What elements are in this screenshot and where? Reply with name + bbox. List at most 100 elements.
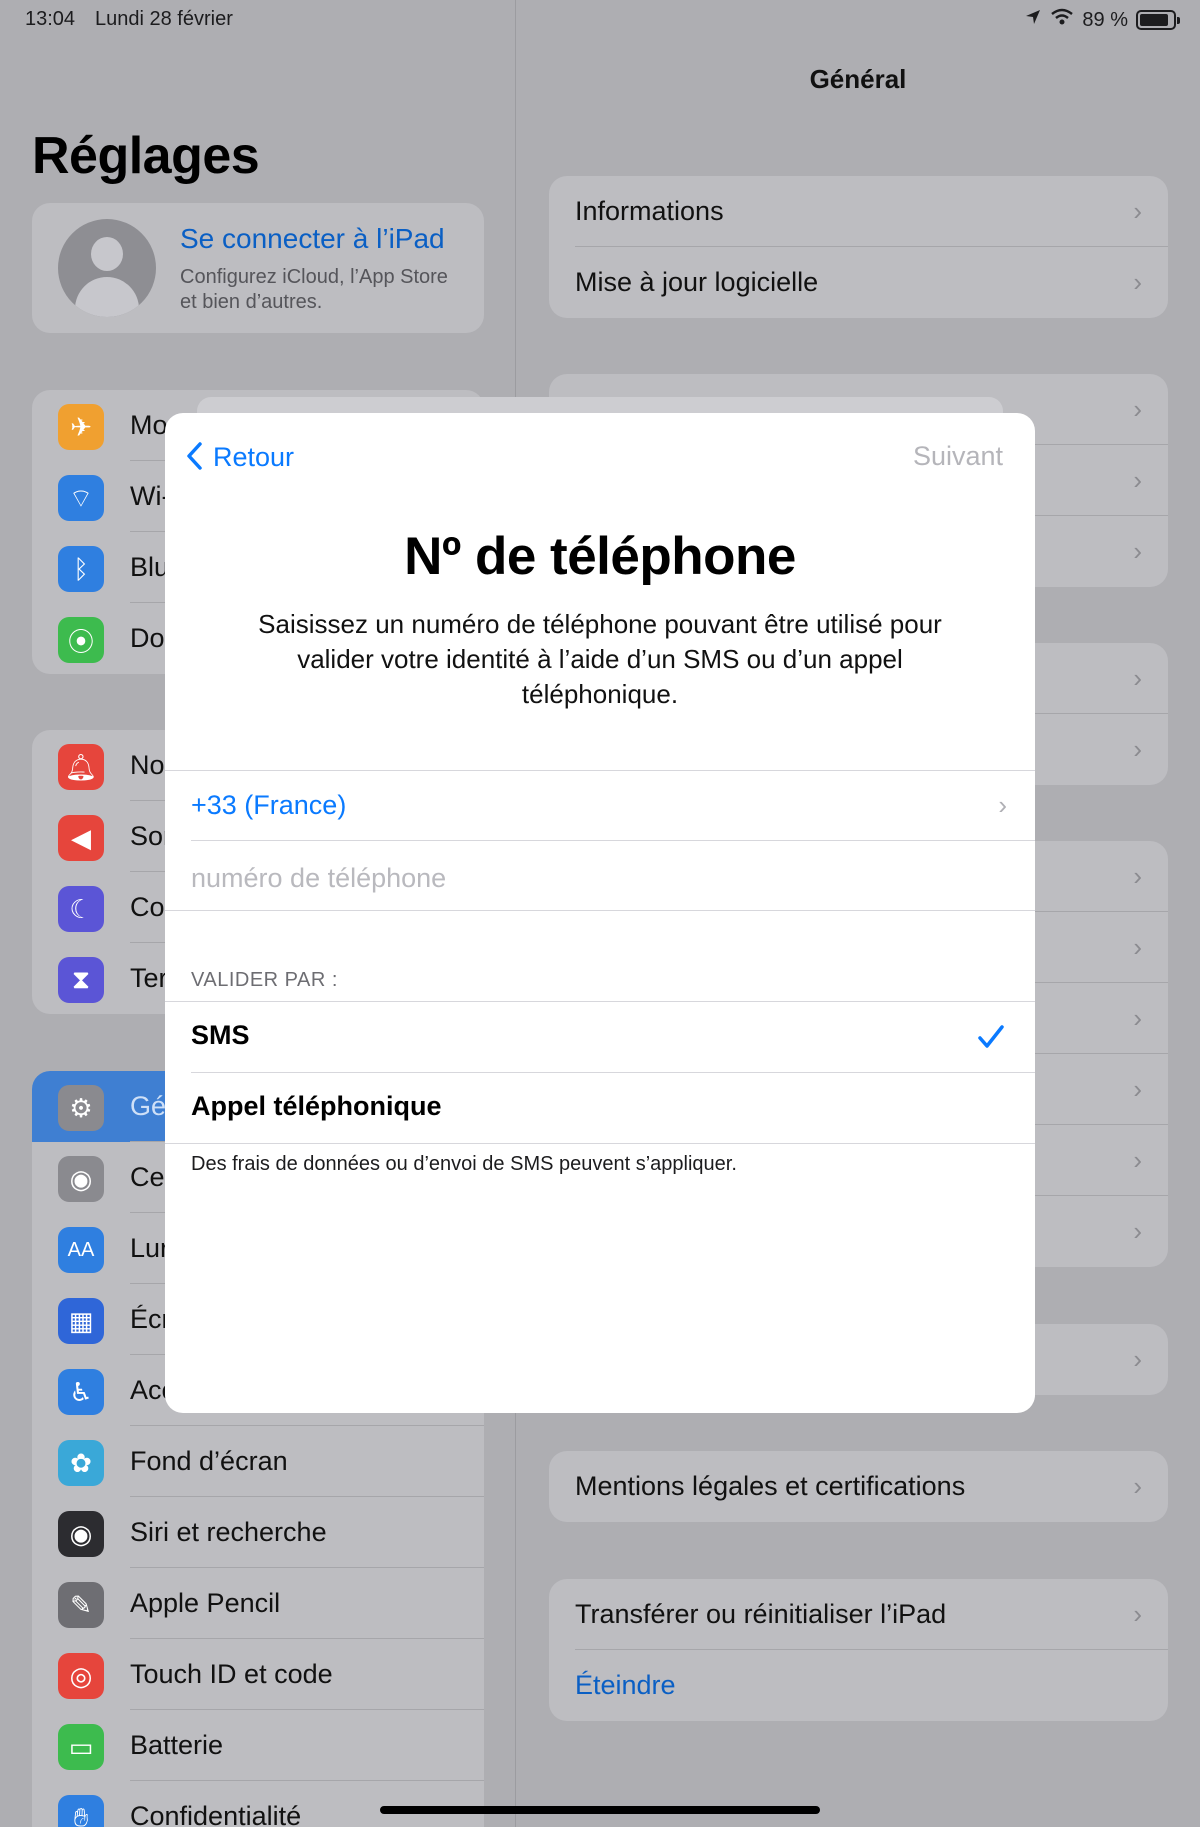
chevron-right-icon: › xyxy=(1133,267,1142,297)
row-label: Transférer ou réinitialiser l’iPad xyxy=(575,1599,947,1629)
home-indicator[interactable] xyxy=(380,1806,820,1814)
avatar xyxy=(58,219,156,317)
next-button[interactable]: Suivant xyxy=(913,441,1003,472)
option-phone-call[interactable]: Appel téléphonique xyxy=(191,1091,442,1122)
hand-icon: ✋︎ xyxy=(58,1795,104,1827)
sidebar-item-label: Confidentialité xyxy=(130,1801,302,1827)
siri-icon: ◉ xyxy=(58,1511,104,1557)
checkmark-icon xyxy=(977,1020,1005,1059)
sidebar-item-label: Apple Pencil xyxy=(130,1588,281,1618)
sidebar-item-label: Ce xyxy=(130,1162,165,1192)
apple-id-signin[interactable]: Se connecter à l’iPad Configurez iCloud,… xyxy=(32,203,484,333)
wifi-status-icon xyxy=(1050,8,1074,32)
battery-icon: ▭ xyxy=(58,1724,104,1770)
detail-group-info: Informations › Mise à jour logicielle › xyxy=(549,176,1168,318)
chevron-right-icon: › xyxy=(1133,394,1142,424)
sidebar-item-label: Fond d’écran xyxy=(130,1446,288,1476)
sheet-title: Nº de téléphone xyxy=(404,527,796,586)
back-label: Retour xyxy=(213,442,295,472)
signin-subtitle: Configurez iCloud, l’App Store et bien d… xyxy=(180,266,448,313)
sidebar-item-label: Blu xyxy=(130,552,170,582)
battery-percent: 89 % xyxy=(1082,8,1128,31)
detail-group-reset: Transférer ou réinitialiser l’iPad › Éte… xyxy=(549,1579,1168,1721)
sidebar-item-label: Do xyxy=(130,623,165,653)
speaker-icon: ◀ xyxy=(58,815,104,861)
row-label: Informations xyxy=(575,196,724,226)
flower-icon: ✿ xyxy=(58,1440,104,1486)
sidebar-item-label: Lur xyxy=(130,1233,170,1263)
chevron-right-icon: › xyxy=(1133,1471,1142,1501)
sidebar-item-label: No xyxy=(130,750,165,780)
gear-icon: ⚙ xyxy=(58,1085,104,1131)
back-button[interactable]: Retour xyxy=(185,441,294,474)
chevron-right-icon: › xyxy=(1133,1074,1142,1104)
sidebar-item[interactable]: ▭ Batterie xyxy=(32,1710,484,1781)
divider xyxy=(165,1001,1035,1002)
chevron-right-icon: › xyxy=(1133,1216,1142,1246)
divider xyxy=(165,770,1035,771)
chevron-right-icon: › xyxy=(1133,734,1142,764)
accessibility-icon: ♿︎ xyxy=(58,1369,104,1415)
location-icon xyxy=(1024,8,1042,32)
phone-number-input[interactable] xyxy=(191,850,991,906)
row-shutdown[interactable]: Éteindre xyxy=(549,1650,1168,1721)
chevron-right-icon: › xyxy=(1133,1599,1142,1629)
chevron-right-icon: › xyxy=(1133,196,1142,226)
sidebar-item[interactable]: ✎ Apple Pencil xyxy=(32,1568,484,1639)
sidebar-item-label: Co xyxy=(130,892,165,922)
chevron-right-icon: › xyxy=(998,790,1007,820)
pencil-icon: ✎ xyxy=(58,1582,104,1628)
row-label: Mentions légales et certifications xyxy=(575,1471,966,1501)
row-transfer-reset[interactable]: Transférer ou réinitialiser l’iPad › xyxy=(549,1579,1168,1650)
chevron-right-icon: › xyxy=(1133,932,1142,962)
chevron-right-icon: › xyxy=(1133,1003,1142,1033)
fingerprint-icon: ◎ xyxy=(58,1653,104,1699)
status-right: 89 % xyxy=(1024,8,1180,32)
divider xyxy=(191,1072,1035,1073)
sidebar-item-label: Siri et recherche xyxy=(130,1517,327,1547)
detail-title: Général xyxy=(809,64,907,94)
divider xyxy=(191,840,1035,841)
bell-icon: 🔔︎ xyxy=(58,744,104,790)
sidebar-item[interactable]: ✿ Fond d’écran xyxy=(32,1426,484,1497)
chevron-right-icon: › xyxy=(1133,536,1142,566)
sheet-description: Saisissez un numéro de téléphone pouvant… xyxy=(258,609,942,709)
sidebar-item[interactable]: ✋︎ Confidentialité xyxy=(32,1781,484,1827)
antenna-icon: ⦿ xyxy=(58,617,104,663)
moon-icon: ☾ xyxy=(58,886,104,932)
sidebar-item[interactable]: ◎ Touch ID et code xyxy=(32,1639,484,1710)
phone-number-sheet: Retour Suivant Nº de téléphone Saisissez… xyxy=(165,413,1035,1413)
row-label: Mise à jour logicielle xyxy=(575,267,819,297)
sidebar-item[interactable]: ◉ Siri et recherche xyxy=(32,1497,484,1568)
shutdown-label: Éteindre xyxy=(575,1670,676,1700)
row-legal[interactable]: Mentions légales et certifications › xyxy=(549,1451,1168,1522)
detail-group-legal: Mentions légales et certifications › xyxy=(549,1451,1168,1522)
chevron-right-icon: › xyxy=(1133,465,1142,495)
sms-fee-note: Des frais de données ou d’envoi de SMS p… xyxy=(191,1153,737,1175)
signin-title: Se connecter à l’iPad xyxy=(180,223,445,254)
row-software-update[interactable]: Mise à jour logicielle › xyxy=(549,247,1168,318)
airplane-icon: ✈ xyxy=(58,404,104,450)
chevron-left-icon xyxy=(185,441,203,474)
battery-icon xyxy=(1136,10,1180,30)
grid-icon: ▦ xyxy=(58,1298,104,1344)
toggles-icon: ◉ xyxy=(58,1156,104,1202)
sidebar-item-label: Ter xyxy=(130,963,168,993)
sidebar-item-label: Mo xyxy=(130,410,168,440)
sidebar-title: Réglages xyxy=(32,127,260,185)
chevron-right-icon: › xyxy=(1133,663,1142,693)
option-sms[interactable]: SMS xyxy=(191,1020,250,1051)
row-informations[interactable]: Informations › xyxy=(549,176,1168,247)
text-size-icon: AA xyxy=(58,1227,104,1273)
chevron-right-icon: › xyxy=(1133,1145,1142,1175)
chevron-right-icon: › xyxy=(1133,861,1142,891)
sidebar-item-label: Gé xyxy=(130,1091,167,1121)
divider xyxy=(165,910,1035,911)
wifi-icon: ⌔ xyxy=(58,475,104,521)
chevron-right-icon: › xyxy=(1133,1344,1142,1374)
verify-section-header: VALIDER PAR : xyxy=(191,969,338,991)
sidebar-item-label: Touch ID et code xyxy=(130,1659,333,1689)
bluetooth-icon: ᛒ xyxy=(58,546,104,592)
country-code-selector[interactable]: +33 (France) xyxy=(191,790,1005,821)
divider xyxy=(165,1143,1035,1144)
